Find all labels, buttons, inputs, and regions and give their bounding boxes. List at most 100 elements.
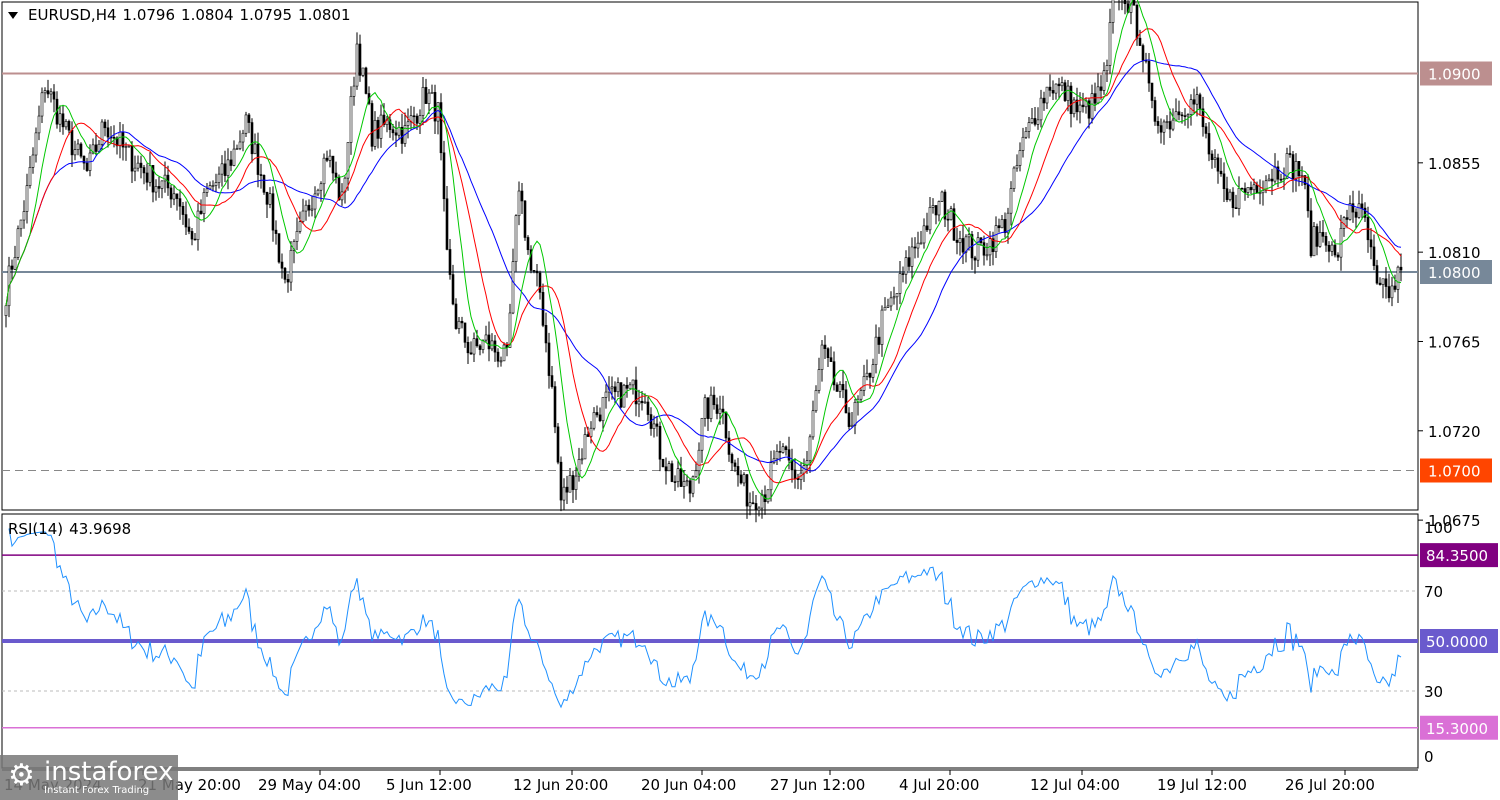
candle-body: [334, 172, 338, 178]
candle-body: [781, 446, 785, 453]
candle-body: [748, 502, 752, 507]
candle-body: [139, 162, 143, 168]
candle-body: [301, 210, 305, 222]
candle-body: [217, 173, 221, 183]
candle-body: [1123, 0, 1127, 4]
candle-body: [766, 489, 770, 503]
candle-body: [910, 246, 914, 267]
candle-body: [172, 193, 176, 200]
rsi-tick-label: 30: [1424, 683, 1443, 701]
candle-body: [568, 475, 572, 493]
candle-body: [412, 115, 416, 118]
candle-body: [34, 132, 38, 156]
candle-body: [1042, 97, 1046, 104]
candle-body: [361, 67, 365, 76]
candle-body: [1000, 219, 1004, 229]
candle-body: [394, 132, 398, 136]
candle-body: [1171, 119, 1175, 130]
candle-body: [820, 344, 824, 370]
candle-body: [1387, 286, 1391, 299]
chart-canvas[interactable]: 1.06751.07201.07651.08101.08551.09501.09…: [0, 0, 1500, 800]
candle-body: [1081, 104, 1085, 108]
rsi-header: RSI(14) 43.9698: [8, 520, 131, 538]
candle-body: [1093, 93, 1097, 104]
candle-body: [1021, 136, 1025, 151]
candle-body: [1006, 212, 1010, 234]
candle-body: [694, 470, 698, 478]
candle-body: [136, 162, 140, 169]
candle-body: [1351, 203, 1355, 213]
candle-body: [889, 297, 893, 307]
candle-body: [298, 221, 302, 232]
candle-body: [1048, 86, 1052, 91]
candle-body: [655, 423, 659, 427]
candle-body: [631, 379, 635, 386]
candle-body: [679, 468, 683, 487]
candle-body: [1390, 285, 1394, 299]
candle-body: [514, 215, 518, 262]
candle-body: [187, 226, 191, 232]
candle-body: [1174, 111, 1178, 121]
candle-body: [1258, 192, 1262, 195]
candle-body: [742, 474, 746, 484]
candle-body: [1381, 278, 1385, 285]
candle-body: [16, 228, 20, 258]
candle-body: [268, 193, 272, 205]
price-tick-label: 1.0810: [1428, 244, 1481, 262]
candle-body: [250, 122, 254, 155]
time-tick-label: 12 Jun 20:00: [513, 776, 608, 794]
candle-body: [199, 210, 203, 214]
candle-body: [1243, 188, 1247, 193]
price-tick-label: 1.0720: [1428, 423, 1481, 441]
candle-body: [1183, 115, 1187, 117]
candle-body: [133, 167, 137, 172]
candle-body: [628, 384, 632, 389]
candle-body: [1270, 178, 1274, 182]
instaforex-logo: ⚙ instaforex Instant Forex Trading: [0, 755, 178, 800]
candle-body: [406, 121, 410, 126]
candle-body: [592, 412, 596, 429]
candle-body: [904, 257, 908, 275]
candle-body: [1090, 93, 1094, 119]
candle-body: [745, 474, 749, 507]
candle-body: [232, 148, 236, 166]
candle-body: [451, 274, 455, 305]
candle-body: [937, 201, 941, 216]
candle-body: [247, 114, 251, 123]
gear-logo-icon: ⚙: [8, 758, 35, 793]
candle-body: [112, 136, 116, 139]
candle-body: [1357, 203, 1361, 218]
candle-body: [511, 261, 515, 314]
candle-body: [10, 265, 14, 270]
candle-body: [316, 189, 320, 195]
dropdown-triangle-icon[interactable]: [8, 11, 18, 19]
candle-body: [967, 234, 971, 238]
time-tick-label: 27 Jun 12:00: [770, 776, 865, 794]
candle-body: [928, 207, 932, 231]
candle-body: [421, 87, 425, 116]
candle-body: [787, 449, 791, 461]
candle-body: [460, 320, 464, 324]
candle-body: [469, 352, 473, 355]
candle-body: [1210, 153, 1214, 160]
candle-body: [826, 348, 830, 358]
candle-body: [973, 257, 977, 261]
candle-body: [838, 384, 842, 392]
candle-body: [892, 296, 896, 299]
candle-body: [442, 152, 446, 200]
candle-body: [1078, 104, 1082, 113]
candle-body: [169, 187, 173, 200]
candle-body: [25, 185, 29, 212]
candle-body: [223, 163, 227, 176]
rsi-tick-label: 0: [1424, 748, 1434, 766]
candle-body: [28, 167, 32, 186]
candle-body: [1288, 153, 1292, 155]
rsi-tick-label: 70: [1424, 583, 1443, 601]
candle-body: [289, 250, 293, 283]
candle-body: [697, 449, 701, 472]
candle-body: [337, 177, 341, 201]
rsi-tick-label: 100: [1424, 519, 1453, 537]
candle-body: [1399, 266, 1403, 271]
candle-body: [544, 325, 548, 344]
level-label: 1.0900: [1428, 66, 1481, 84]
